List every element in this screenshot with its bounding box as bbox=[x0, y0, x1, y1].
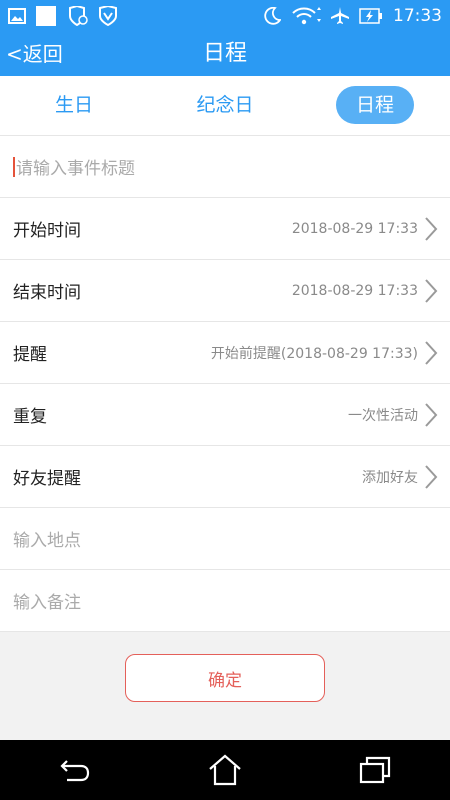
location-input-placeholder: 输入地点 bbox=[13, 531, 81, 551]
image-icon bbox=[8, 8, 26, 24]
note-input[interactable]: 输入备注 bbox=[0, 570, 450, 632]
text-cursor bbox=[13, 156, 15, 177]
shield-refresh-icon bbox=[69, 6, 88, 26]
title-input-placeholder: 请输入事件标题 bbox=[16, 159, 135, 179]
reminder-label: 提醒 bbox=[13, 345, 47, 365]
wifi-icon bbox=[292, 7, 321, 25]
friend-reminder-label: 好友提醒 bbox=[13, 469, 81, 489]
chevron-right-icon bbox=[425, 464, 438, 489]
system-nav-bar bbox=[0, 740, 450, 800]
end-time-label: 结束时间 bbox=[13, 283, 81, 303]
home-icon bbox=[209, 754, 241, 786]
friend-reminder-row[interactable]: 好友提醒 添加好友 bbox=[0, 446, 450, 508]
start-time-value: 2018-08-29 17:33 bbox=[291, 220, 418, 237]
repeat-value: 一次性活动 bbox=[348, 407, 418, 424]
moon-icon bbox=[264, 7, 281, 25]
tab-birthday[interactable]: 生日 bbox=[34, 86, 114, 124]
start-time-row[interactable]: 开始时间 2018-08-29 17:33 bbox=[0, 198, 450, 260]
status-bar-left bbox=[8, 6, 118, 26]
back-button[interactable]: <返回 bbox=[6, 32, 63, 76]
tab-anniversary[interactable]: 纪念日 bbox=[175, 86, 275, 124]
status-bar: 17:33 bbox=[0, 0, 450, 32]
end-time-row[interactable]: 结束时间 2018-08-29 17:33 bbox=[0, 260, 450, 322]
status-time: 17:33 bbox=[393, 6, 442, 26]
header: <返回 日程 bbox=[0, 32, 450, 76]
airplane-icon bbox=[331, 7, 349, 24]
chevron-right-icon bbox=[425, 340, 438, 365]
v-shield-icon bbox=[99, 6, 117, 26]
system-back-button[interactable] bbox=[51, 750, 99, 790]
reminder-row[interactable]: 提醒 开始前提醒(2018-08-29 17:33) bbox=[0, 322, 450, 384]
chevron-right-icon bbox=[425, 216, 438, 241]
confirm-button[interactable]: 确定 bbox=[125, 654, 325, 702]
chevron-right-icon bbox=[425, 402, 438, 427]
back-arrow-icon bbox=[60, 760, 90, 782]
white-square-icon bbox=[36, 6, 56, 26]
status-bar-right: 17:33 bbox=[263, 6, 442, 26]
title-input[interactable]: 请输入事件标题 bbox=[0, 136, 450, 198]
reminder-value: 开始前提醒(2018-08-29 17:33) bbox=[210, 345, 418, 362]
tab-bar: 生日 纪念日 日程 bbox=[0, 76, 450, 136]
start-time-label: 开始时间 bbox=[13, 221, 81, 241]
note-input-placeholder: 输入备注 bbox=[13, 593, 81, 613]
page-title: 日程 bbox=[202, 41, 247, 66]
system-recents-button[interactable] bbox=[351, 750, 399, 790]
chevron-right-icon bbox=[425, 278, 438, 303]
recent-apps-icon bbox=[359, 756, 391, 784]
tab-schedule[interactable]: 日程 bbox=[336, 86, 414, 124]
system-home-button[interactable] bbox=[201, 750, 249, 790]
repeat-row[interactable]: 重复 一次性活动 bbox=[0, 384, 450, 446]
event-form: 请输入事件标题 开始时间 2018-08-29 17:33 结束时间 2018-… bbox=[0, 136, 450, 632]
end-time-value: 2018-08-29 17:33 bbox=[291, 282, 418, 299]
repeat-label: 重复 bbox=[13, 407, 47, 427]
friend-reminder-value: 添加好友 bbox=[362, 469, 418, 486]
battery-charging-icon bbox=[359, 8, 382, 24]
location-input[interactable]: 输入地点 bbox=[0, 508, 450, 570]
